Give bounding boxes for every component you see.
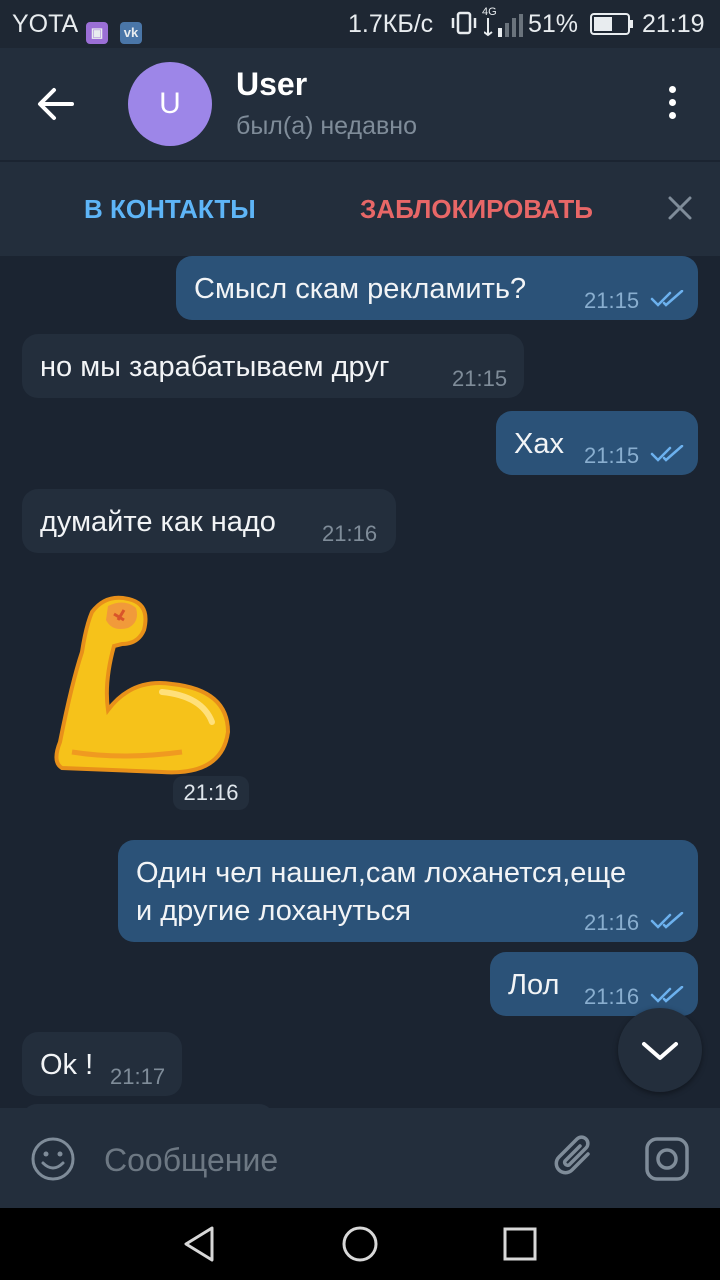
- block-user-button[interactable]: ЗАБЛОКИРОВАТЬ: [360, 194, 593, 225]
- emoji-icon: [31, 1137, 75, 1181]
- message-time: 21:16: [584, 984, 640, 1009]
- attach-button[interactable]: [552, 1132, 600, 1182]
- add-to-contacts-button[interactable]: В КОНТАКТЫ: [84, 194, 256, 225]
- nav-home-icon: [342, 1226, 378, 1262]
- message-input[interactable]: Сообщение: [104, 1142, 278, 1179]
- close-icon: [668, 196, 692, 220]
- message-text: Смысл скам рекламить?: [194, 273, 527, 305]
- new-contact-action-bar: В КОНТАКТЫ ЗАБЛОКИРОВАТЬ: [0, 162, 720, 256]
- avatar[interactable]: U: [128, 62, 212, 146]
- message-time: 21:15: [452, 366, 508, 391]
- camera-icon: [645, 1137, 689, 1181]
- paperclip-icon: [554, 1135, 590, 1175]
- message-text: Один чел нашел,сам лоханется,еще и други…: [136, 857, 627, 927]
- double-check-icon: [650, 986, 684, 1003]
- message-time: 21:15: [584, 288, 640, 313]
- message-text: Ok !: [40, 1049, 94, 1081]
- back-button[interactable]: [34, 84, 78, 124]
- carrier-name: YOTA: [12, 10, 79, 38]
- message-text: думайте как надо: [40, 506, 276, 538]
- gallery-notification-icon: ▣: [86, 12, 108, 44]
- vk-notification-icon: vk: [120, 12, 142, 44]
- message-time: 21:16: [584, 910, 640, 935]
- status-bar: YOTA ▣ vk 1.7КБ/с 4G 51% 21:19: [0, 0, 720, 48]
- message-time: 21:15: [584, 443, 640, 468]
- double-check-icon: [650, 290, 684, 307]
- message-bubble-outgoing[interactable]: Один чел нашел,сам лоханется,еще и други…: [118, 840, 698, 942]
- sticker-time: 21:16: [173, 776, 249, 810]
- battery-percent: 51%: [528, 10, 579, 38]
- camera-button[interactable]: [644, 1136, 690, 1182]
- message-bubble-outgoing[interactable]: Лол 21:16: [490, 952, 698, 1016]
- signal-icon: [483, 14, 524, 45]
- vibrate-icon: [450, 10, 478, 43]
- message-bubble-outgoing[interactable]: Хах 21:15: [496, 411, 698, 475]
- battery-icon: [590, 12, 634, 43]
- more-vertical-icon: [660, 86, 684, 119]
- message-bubble-outgoing[interactable]: Смысл скам рекламить? 21:15: [176, 256, 698, 320]
- network-speed: 1.7КБ/с: [348, 10, 434, 38]
- message-text: но мы зарабатываем друг: [40, 351, 390, 383]
- nav-back-button[interactable]: [180, 1224, 220, 1264]
- emoji-button[interactable]: [30, 1136, 76, 1182]
- message-time: 21:16: [322, 521, 378, 546]
- message-composer: Сообщение: [0, 1108, 720, 1208]
- message-bubble-incoming[interactable]: Ok ! 21:17: [22, 1032, 182, 1096]
- message-bubble-incoming[interactable]: но мы зарабатываем друг 21:15: [22, 334, 524, 398]
- message-time: 21:17: [110, 1064, 166, 1089]
- nav-back-icon: [184, 1226, 214, 1262]
- nav-recents-button[interactable]: [500, 1224, 540, 1264]
- flexed-biceps-icon: [54, 595, 231, 775]
- double-check-icon: [650, 912, 684, 929]
- chat-title[interactable]: User: [236, 66, 307, 103]
- message-text: Лол: [508, 969, 560, 1001]
- double-check-icon: [650, 445, 684, 462]
- flexed-biceps-sticker[interactable]: [52, 592, 232, 778]
- message-list[interactable]: Смысл скам рекламить? 21:15 но мы зараба…: [0, 256, 720, 1108]
- scroll-to-bottom-button[interactable]: [618, 1008, 702, 1092]
- last-seen-status: был(а) недавно: [236, 112, 418, 140]
- back-arrow-icon: [38, 88, 74, 120]
- close-action-bar-button[interactable]: [666, 194, 694, 222]
- nav-recents-icon: [503, 1227, 537, 1261]
- more-menu-button[interactable]: [660, 82, 684, 126]
- chat-header: U User был(а) недавно: [0, 48, 720, 160]
- system-navigation-bar: [0, 1208, 720, 1280]
- nav-home-button[interactable]: [340, 1224, 380, 1264]
- clock: 21:19: [642, 10, 705, 38]
- message-text: Хах: [514, 428, 564, 460]
- message-bubble-incoming[interactable]: думайте как надо 21:16: [22, 489, 396, 553]
- chevron-down-icon: [642, 1042, 678, 1060]
